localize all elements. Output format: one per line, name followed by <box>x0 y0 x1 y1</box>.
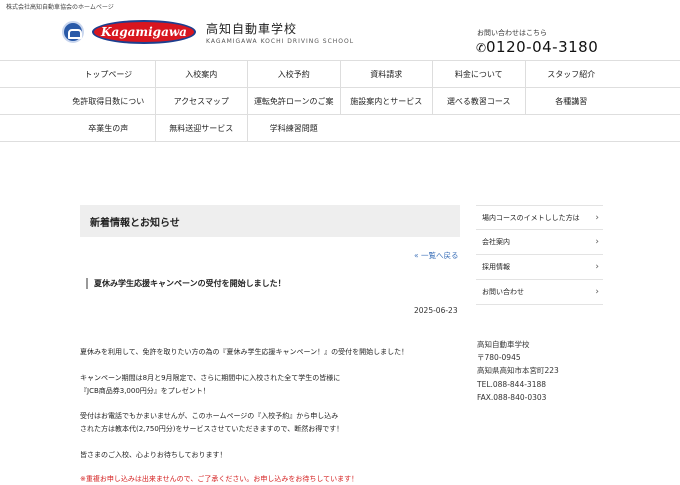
nav-license-loan[interactable]: 運転免許ローンのご案 <box>247 88 340 114</box>
sidebar-menu: 場内コースのイメトしした方は › 会社案内 › 採用情報 › お問い合わせ › <box>476 205 603 305</box>
address-postal: 〒780-0945 <box>477 353 521 363</box>
chevron-right-icon: › <box>595 287 599 297</box>
address-street: 高知県高知市本宮町223 <box>477 366 559 376</box>
section-title: 新着情報とお知らせ <box>80 205 460 237</box>
nav-courses[interactable]: 選べる教習コース <box>432 88 525 114</box>
nav-lectures[interactable]: 各種講習 <box>524 88 618 114</box>
nav-admission-info[interactable]: 入校案内 <box>154 61 248 87</box>
article-paragraph: キャンペーン期間は8月と9月限定で、さらに期間中に入校された全て学生の皆様に <box>80 374 341 382</box>
nav-license-days[interactable]: 免許取得日数につい <box>62 88 155 114</box>
address-fax: FAX.088-840-0303 <box>477 392 547 402</box>
chevron-right-icon: › <box>595 212 599 223</box>
nav-access-map[interactable]: アクセスマップ <box>154 88 248 114</box>
sidebar-item-company[interactable]: 会社案内 › <box>476 230 603 255</box>
article-paragraph: 夏休みを利用して、免許を取りたい方の為の『夏休み学生応援キャンペーン！』の受付を… <box>80 348 409 356</box>
nav-admission-reservation[interactable]: 入校予約 <box>247 61 340 87</box>
school-address: 高知自動車学校 〒780-0945 高知県高知市本宮町223 TEL.088-8… <box>477 338 559 404</box>
nav-row-2: 免許取得日数につい アクセスマップ 運転免許ローンのご案 施設案内とサービス 選… <box>62 88 617 114</box>
article-paragraph: 『JCB商品券3,000円分』をプレゼント！ <box>80 387 210 395</box>
sidebar-item-label: 会社案内 <box>482 238 510 246</box>
school-name-english: KAGAMIGAWA KOCHI DRIVING SCHOOL <box>206 38 355 45</box>
logo-text: Kagamigawa <box>101 25 187 39</box>
article-paragraph: 受付はお電話でもかまいませんが、このホームページの『入校予約』から申し込み <box>80 412 339 420</box>
nav-row-1: トップページ 入校案内 入校予約 資料請求 料金について スタッフ紹介 <box>62 61 617 87</box>
phone-icon: ✆ <box>476 41 487 55</box>
article-paragraph: された方は教本代(2,750円分)をサービスさせていただきますので、断然お得です… <box>80 425 344 433</box>
nav-divider <box>0 141 680 142</box>
article-date: 2025-06-23 <box>414 306 458 315</box>
sidebar-item-contact[interactable]: お問い合わせ › <box>476 280 603 305</box>
sidebar-item-label: 採用情報 <box>482 263 510 271</box>
sidebar-item-label: お問い合わせ <box>482 288 524 296</box>
chevron-right-icon: › <box>595 237 599 247</box>
article-title: 夏休み学生応援キャンペーンの受付を開始しました！ <box>86 278 286 289</box>
sidebar-item-course-image[interactable]: 場内コースのイメトしした方は › <box>476 205 603 230</box>
nav-staff[interactable]: スタッフ紹介 <box>524 61 618 87</box>
site-tagline: 株式会社高知自動車協会のホームページ <box>6 4 114 11</box>
nav-top-page[interactable]: トップページ <box>62 61 155 87</box>
site-logo[interactable]: Kagamigawa <box>92 20 196 44</box>
chevron-right-icon: › <box>595 262 599 272</box>
address-tel[interactable]: TEL.088-844-3188 <box>477 378 559 391</box>
article-note: ※重複お申し込みは出来ませんので、ご了承ください。お申し込みをお待ちしています！ <box>80 475 359 483</box>
nav-practice-questions[interactable]: 学科練習問題 <box>247 115 340 141</box>
nav-row-3: 卒業生の声 無料送迎サービス 学科練習問題 <box>62 115 617 141</box>
nav-facilities[interactable]: 施設案内とサービス <box>339 88 433 114</box>
article-paragraph: 皆さまのご入校、心よりお待ちしております！ <box>80 451 227 459</box>
nav-graduate-voices[interactable]: 卒業生の声 <box>62 115 155 141</box>
sidebar-item-label: 場内コースのイメトしした方は <box>482 213 580 222</box>
school-name: 高知自動車学校 <box>206 22 298 36</box>
phone-number-link[interactable]: ✆0120-04-3180 <box>476 38 598 56</box>
nav-free-shuttle[interactable]: 無料送迎サービス <box>154 115 248 141</box>
contact-label: お問い合わせはこちら <box>477 29 547 37</box>
address-name: 高知自動車学校 <box>477 340 530 349</box>
back-to-list-link[interactable]: « 一覧へ戻る <box>414 250 458 261</box>
nav-brochure-request[interactable]: 資料請求 <box>339 61 433 87</box>
nav-fees[interactable]: 料金について <box>432 61 525 87</box>
sidebar-item-recruit[interactable]: 採用情報 › <box>476 255 603 280</box>
phone-number: 0120-04-3180 <box>486 38 599 56</box>
school-emblem-icon[interactable] <box>62 21 84 43</box>
